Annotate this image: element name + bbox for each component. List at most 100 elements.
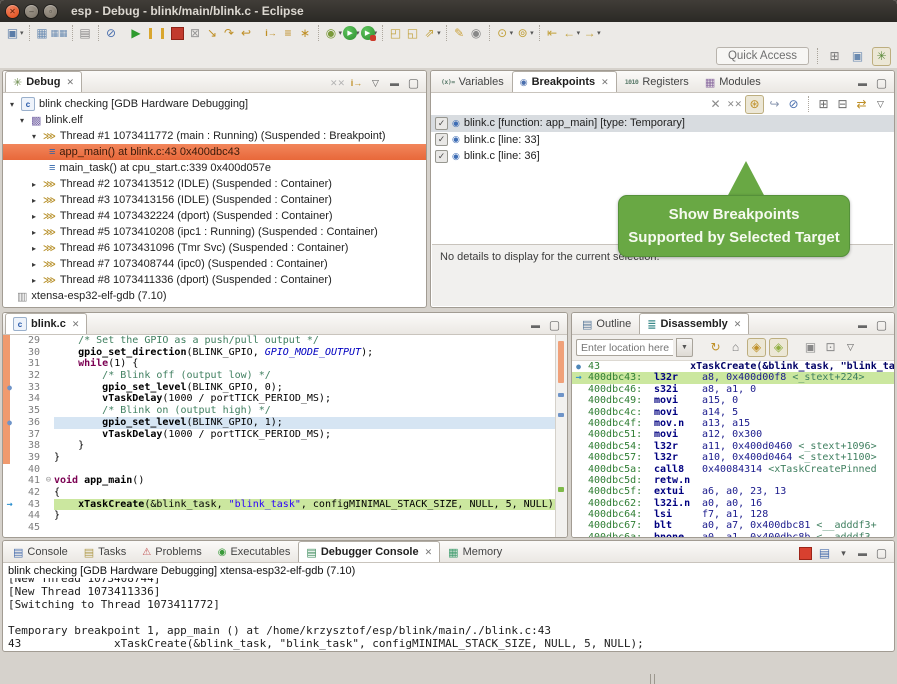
- expander-icon[interactable]: ▸: [29, 180, 39, 189]
- location-dropdown-icon[interactable]: ▼: [676, 338, 693, 357]
- debug-tree-row[interactable]: ▾⋙Thread #1 1073411772 (main : Running) …: [3, 128, 426, 144]
- annotation-gutter[interactable]: [3, 522, 16, 534]
- code-line[interactable]: 44}: [3, 510, 567, 522]
- debug-tree-row-selected[interactable]: ≡app_main() at blink.c:43 0x400dbc43: [3, 144, 426, 160]
- breakpoints-tab-variables[interactable]: (x)=Variables: [433, 71, 512, 92]
- debug-tree-row[interactable]: ▸⋙Thread #8 1073411336 (dport) (Suspende…: [3, 272, 426, 288]
- view-menu-icon[interactable]: ▽: [842, 339, 859, 356]
- disassembly-row[interactable]: 400dbc67:blta0, a7, 0x400dbc81 <__adddf3…: [572, 520, 894, 531]
- expander-icon[interactable]: ▾: [29, 132, 39, 141]
- suspend-icon[interactable]: [149, 28, 164, 39]
- disconnect-icon[interactable]: ⊠: [187, 25, 204, 42]
- breakpoint-row[interactable]: ✓◉blink.c [function: app_main] [type: Te…: [431, 115, 894, 132]
- maximize-window-button[interactable]: ▫: [44, 5, 57, 18]
- disassembly-row[interactable]: 400dbc46:s32ia8, a1, 0: [572, 384, 894, 395]
- debug-tree-row[interactable]: ▾cblink checking [GDB Hardware Debugging…: [3, 96, 426, 112]
- step-into-icon[interactable]: ↘: [204, 25, 221, 42]
- annotation-gutter[interactable]: [3, 347, 16, 359]
- expand-all-icon[interactable]: ⊞: [815, 96, 832, 113]
- disassembly-row[interactable]: 400dbc5f:extuia6, a0, 23, 13: [572, 486, 894, 497]
- debug-launch-icon[interactable]: ◉: [323, 25, 340, 42]
- annotation-gutter[interactable]: [3, 487, 16, 499]
- minimize-view-icon[interactable]: ▬: [527, 317, 544, 334]
- step-filters-icon[interactable]: ∗: [297, 25, 314, 42]
- track-expression-icon[interactable]: ◈: [769, 338, 788, 357]
- remove-breakpoint-icon[interactable]: ✕: [707, 96, 724, 113]
- open-folder2-icon[interactable]: ◱: [404, 25, 421, 42]
- close-window-button[interactable]: ✕: [6, 5, 19, 18]
- step-over-icon[interactable]: ↷: [221, 25, 238, 42]
- view-menu-icon[interactable]: ▽: [367, 75, 384, 92]
- overview-ruler[interactable]: [555, 335, 567, 537]
- code-line[interactable]: 34 vTaskDelay(1000 / portTICK_PERIOD_MS)…: [3, 393, 567, 405]
- new-wizard-icon[interactable]: ▣: [4, 25, 21, 42]
- display-selected-console-icon[interactable]: ▤: [816, 545, 833, 562]
- fold-marker-icon[interactable]: ⊖: [43, 475, 54, 487]
- save-icon[interactable]: ▦: [34, 25, 51, 42]
- profile-launch-icon[interactable]: ▶: [361, 26, 375, 40]
- minimize-view-icon[interactable]: ▬: [854, 317, 871, 334]
- debug-tree-row[interactable]: ▸⋙Thread #7 1073408744 (ipc0) (Suspended…: [3, 256, 426, 272]
- disassembly-row[interactable]: 400dbc5d:retw.n: [572, 475, 894, 486]
- debug-tree-row[interactable]: ▸⋙Thread #4 1073432224 (dport) (Suspende…: [3, 208, 426, 224]
- goto-file-icon[interactable]: ↪: [766, 96, 783, 113]
- maximize-view-icon[interactable]: ▢: [873, 545, 890, 562]
- breakpoint-row[interactable]: ✓◉blink.c [line: 36]: [431, 148, 894, 165]
- maximize-view-icon[interactable]: ▢: [546, 317, 563, 334]
- annotation-gutter[interactable]: ●: [3, 382, 16, 394]
- annotation-gutter[interactable]: [3, 405, 16, 417]
- run-launch-icon[interactable]: ▶: [343, 26, 357, 40]
- open-folder-icon[interactable]: ◰: [387, 25, 404, 42]
- console-tab-memory[interactable]: ▦Memory: [440, 541, 510, 562]
- expander-icon[interactable]: ▸: [29, 228, 39, 237]
- forward-icon[interactable]: →: [581, 25, 598, 42]
- last-edit-location-icon[interactable]: ⇤: [544, 25, 561, 42]
- step-return-icon[interactable]: ↩: [238, 25, 255, 42]
- code-line[interactable]: →43 xTaskCreate(&blink_task, "blink_task…: [3, 499, 567, 511]
- debug-tree-row[interactable]: ▸⋙Thread #3 1073413156 (IDLE) (Suspended…: [3, 192, 426, 208]
- search-icon[interactable]: ◉: [468, 25, 485, 42]
- minimize-view-icon[interactable]: ▬: [854, 75, 871, 92]
- expander-icon[interactable]: ▾: [17, 116, 27, 125]
- format-icon[interactable]: ✎: [451, 25, 468, 42]
- drop-to-frame-icon[interactable]: ≡: [280, 25, 297, 42]
- breakpoint-checkbox[interactable]: ✓: [435, 117, 448, 130]
- annotation-gutter[interactable]: [3, 393, 16, 405]
- collapse-all-icon[interactable]: ⊟: [834, 96, 851, 113]
- console-tab-tasks[interactable]: ▤Tasks: [76, 541, 135, 562]
- skip-all-breakpoints-icon[interactable]: ⊘: [785, 96, 802, 113]
- debug-perspective-icon[interactable]: ✳: [872, 47, 891, 66]
- quick-access-button[interactable]: Quick Access: [716, 47, 809, 65]
- breakpoint-row[interactable]: ✓◉blink.c [line: 33]: [431, 132, 894, 149]
- code-line[interactable]: 45: [3, 522, 567, 534]
- console-dropdown-icon[interactable]: ▾: [835, 545, 852, 562]
- breakpoint-checkbox[interactable]: ✓: [435, 133, 448, 146]
- expander-icon[interactable]: ▾: [7, 100, 17, 109]
- pin-view-icon[interactable]: ⊡: [822, 339, 839, 356]
- debug-tree-row[interactable]: ▸⋙Thread #6 1073431096 (Tmr Svc) (Suspen…: [3, 240, 426, 256]
- location-input[interactable]: [576, 339, 673, 356]
- code-line[interactable]: 42{: [3, 487, 567, 499]
- code-line[interactable]: 38 }: [3, 440, 567, 452]
- new-disassembly-view-icon[interactable]: ▣: [802, 339, 819, 356]
- annotation-gutter[interactable]: [3, 440, 16, 452]
- annotation-gutter[interactable]: [3, 510, 16, 522]
- debug-tree-row[interactable]: ▸⋙Thread #5 1073410208 (ipc1 : Running) …: [3, 224, 426, 240]
- annotation-gutter[interactable]: →: [3, 499, 16, 511]
- terminate-icon[interactable]: [799, 547, 812, 560]
- close-tab-icon[interactable]: ✕: [72, 319, 80, 330]
- code-line[interactable]: 29 /* Set the GPIO as a push/pull output…: [3, 335, 567, 347]
- save-all-icon[interactable]: ▦▦: [51, 25, 68, 42]
- close-tab-icon[interactable]: ✕: [734, 319, 742, 330]
- minimize-view-icon[interactable]: ▬: [386, 75, 403, 92]
- disassembly-row[interactable]: →400dbc43:l32ra8, 0x400d00f8 <_stext+224…: [572, 372, 894, 383]
- annotation-gutter[interactable]: [3, 475, 16, 487]
- disassembly-row[interactable]: 400dbc51:movia12, 0x300: [572, 429, 894, 440]
- breakpoints-tab-registers[interactable]: 1010Registers: [617, 71, 697, 92]
- console-tab-debugger-console[interactable]: ▤Debugger Console✕: [298, 541, 440, 562]
- show-supported-breakpoints-icon[interactable]: ⊛: [745, 95, 764, 114]
- disassembly-listing[interactable]: ●43 xTaskCreate(&blink_task, "blink_tas→…: [572, 361, 894, 537]
- editor-tab-blink-c[interactable]: cblink.c✕: [5, 313, 87, 334]
- breakpoint-checkbox[interactable]: ✓: [435, 150, 448, 163]
- remove-all-terminated-icon[interactable]: ✕✕: [329, 75, 346, 92]
